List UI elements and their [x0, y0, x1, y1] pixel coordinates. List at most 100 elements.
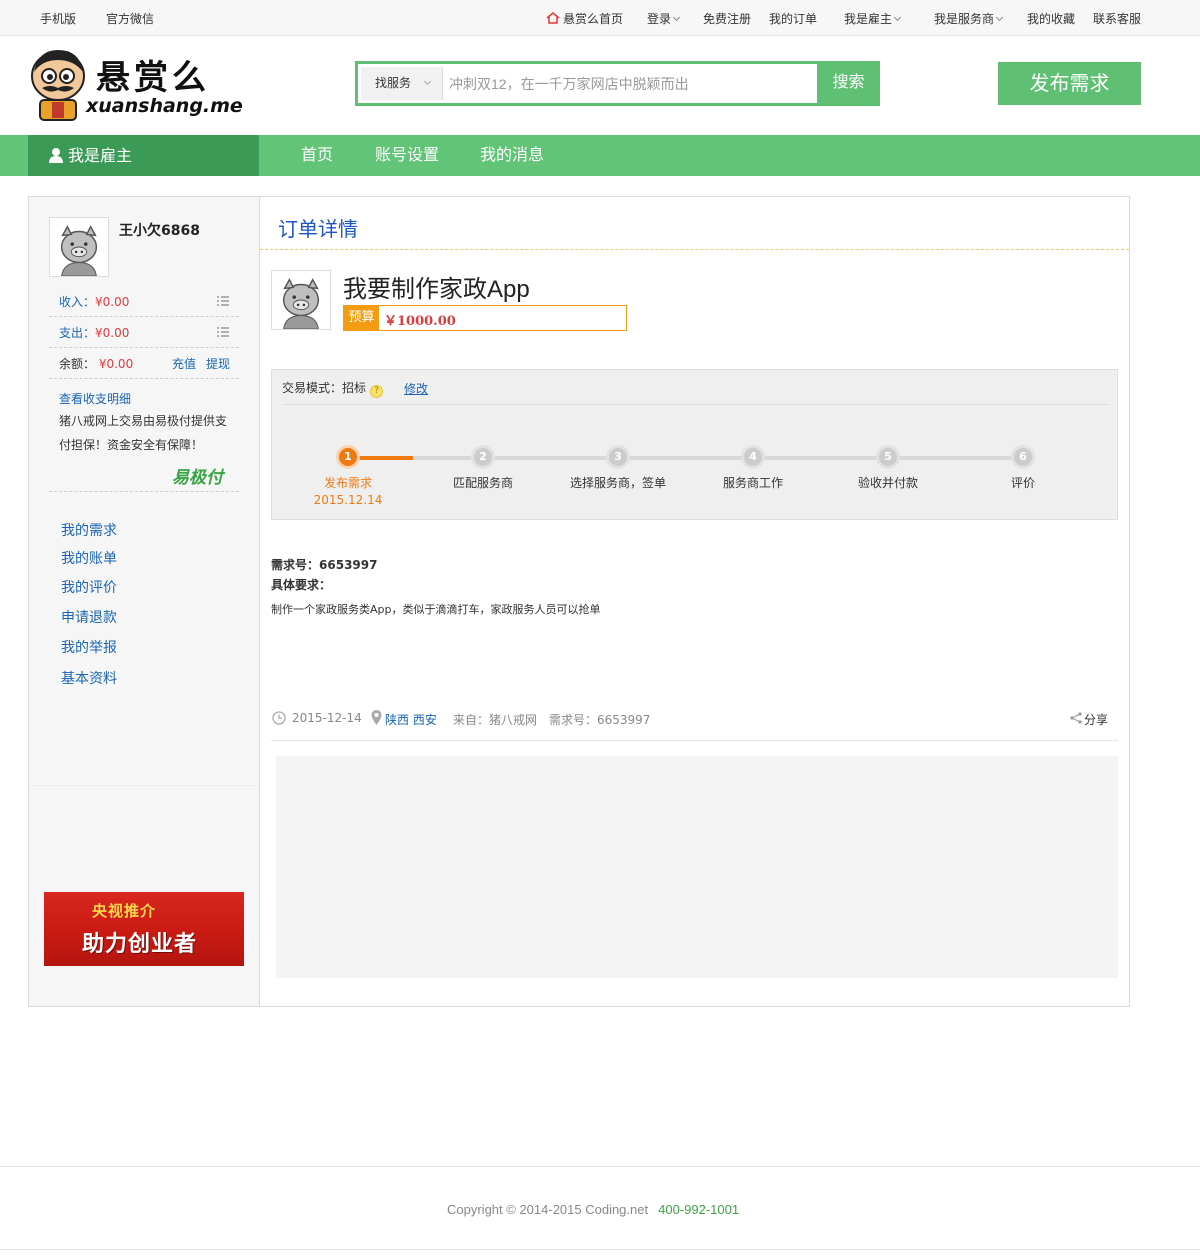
sidebar-item-profile[interactable]: 基本资料 [61, 668, 117, 688]
top-bar: 手机版 官方微信 悬赏么首页 登录 免费注册 我的订单 我是雇主 我是服务商 我… [0, 0, 1200, 36]
recharge-link[interactable]: 充值 [172, 355, 196, 372]
sidebar: 王小欠6868 收入：¥0.00 支出：¥0.00 余额： ¥0.00 充值 提… [29, 197, 260, 1006]
divider [282, 404, 1108, 405]
sidebar-item-my-bills[interactable]: 我的账单 [61, 548, 117, 568]
main-nav: 我是雇主 首页 账号设置 我的消息 [0, 135, 1200, 176]
chevron-down-icon [893, 13, 902, 22]
withdraw-link[interactable]: 提现 [206, 355, 230, 372]
support-link[interactable]: 联系客服 [1093, 10, 1141, 27]
clock-icon [272, 711, 286, 725]
chevron-down-icon [672, 13, 681, 22]
list-icon[interactable] [217, 327, 229, 337]
step-5-marker: 5 [876, 445, 900, 469]
register-link[interactable]: 免费注册 [703, 10, 751, 27]
publish-request-button[interactable]: 发布需求 [998, 62, 1141, 105]
request-title: 我要制作家政App [343, 276, 530, 303]
step-1-label: 发布需求 [323, 476, 372, 490]
step-1-date: 2015.12.14 [313, 493, 383, 507]
trade-mode-value: 招标 [342, 381, 367, 395]
request-meta: 2015-12-14 陕西 西安 来自：猪八戒网 需求号：6653997 分享 [271, 710, 1118, 741]
expense-value: ¥0.00 [95, 326, 130, 340]
payment-brand-logo: 易极付 [172, 468, 223, 488]
step-2-marker: 2 [471, 445, 495, 469]
budget-badge: 预算 ￥1000.00 [343, 305, 627, 331]
budget-value: ￥1000.00 [384, 314, 456, 329]
login-label: 登录 [647, 12, 672, 26]
chevron-down-icon [995, 13, 1004, 22]
home-link-label: 悬赏么首页 [563, 12, 624, 26]
share-link[interactable]: 分享 [1084, 711, 1108, 728]
avatar[interactable] [271, 270, 331, 330]
modify-link[interactable]: 修改 [404, 380, 428, 397]
employer-menu-label: 我是雇主 [844, 12, 893, 26]
nav-home[interactable]: 首页 [301, 135, 333, 176]
meta-request-number: 需求号：6653997 [549, 713, 651, 727]
user-icon [49, 148, 63, 163]
detail-label-text: 具体要求： [271, 578, 332, 592]
step-6-marker: 6 [1011, 445, 1035, 469]
step-4-label: 服务商工作 [722, 476, 783, 490]
step-5-label: 验收并付款 [857, 476, 918, 490]
page-title: 订单详情 [278, 217, 358, 241]
step-3-label: 选择服务商，签单 [569, 476, 666, 490]
balance-label: 余额： [59, 357, 96, 371]
step-6-label: 评价 [1010, 476, 1035, 490]
search-button[interactable]: 搜索 [817, 61, 880, 106]
role-label: 我是雇主 [28, 135, 259, 176]
banner-line-2: 助力创业者 [82, 932, 198, 957]
home-icon [546, 12, 560, 24]
sidebar-item-my-reviews[interactable]: 我的评价 [61, 577, 117, 597]
step-1-marker: 1 [336, 445, 360, 469]
step-2-label: 匹配服务商 [452, 476, 513, 490]
expense: 支出：¥0.00 [59, 324, 129, 341]
search-input[interactable] [447, 67, 813, 100]
payment-guarantee-note: 猪八戒网上交易由易极付提供支付担保！资金安全有保障！ [59, 414, 228, 452]
expense-label: 支出： [59, 326, 96, 340]
search-category-select[interactable]: 找服务 [361, 67, 443, 100]
sidebar-item-reports[interactable]: 我的举报 [61, 637, 117, 657]
mobile-link[interactable]: 手机版 [40, 10, 76, 27]
share-icon[interactable] [1070, 712, 1082, 724]
progress-track [347, 456, 1023, 460]
meta-location[interactable]: 陕西 西安 [385, 711, 437, 728]
sidebar-item-refund[interactable]: 申请退款 [61, 607, 117, 627]
progress-panel: 交易模式：招标? 修改 1 2 3 4 5 6 发布需求 2015.12.14 … [271, 369, 1118, 520]
balance-row: 余额： ¥0.00 充值 提现 [49, 348, 239, 379]
income-value: ¥0.00 [95, 295, 130, 309]
nav-account-settings[interactable]: 账号设置 [375, 135, 439, 176]
provider-menu-label: 我是服务商 [934, 12, 995, 26]
expense-row: 支出：¥0.00 [49, 317, 239, 348]
search-category-label: 找服务 [375, 76, 412, 90]
step-4-marker: 4 [741, 445, 765, 469]
login-link[interactable]: 登录 [647, 10, 681, 27]
location-pin-icon [371, 710, 382, 725]
wechat-link[interactable]: 官方微信 [106, 10, 154, 27]
avatar[interactable] [49, 217, 109, 277]
divider [260, 249, 1129, 250]
footer: Copyright © 2014-2015 Coding.net 400-992-… [0, 1166, 1200, 1250]
trade-mode-label: 交易模式： [282, 381, 343, 395]
home-link[interactable]: 悬赏么首页 [546, 10, 623, 27]
detail-label: 具体要求： [271, 576, 331, 593]
income-row: 收入：¥0.00 [49, 286, 239, 317]
list-icon[interactable] [217, 296, 229, 306]
footer-text: Copyright © 2014-2015 Coding.net 400-992-… [447, 1202, 739, 1217]
promo-banner[interactable]: 央视推介 助力创业者 [44, 892, 244, 966]
comments-area [276, 756, 1118, 978]
request-number-value: 6653997 [319, 558, 378, 572]
provider-menu[interactable]: 我是服务商 [934, 10, 1004, 27]
sidebar-item-my-requests[interactable]: 我的需求 [61, 520, 117, 540]
request-number-label: 需求号： [271, 558, 320, 572]
balance-value: ¥0.00 [98, 357, 134, 371]
help-icon[interactable]: ? [370, 385, 384, 398]
employer-menu[interactable]: 我是雇主 [844, 10, 902, 27]
divider [49, 491, 239, 492]
transaction-details-link[interactable]: 查看收支明细 [59, 390, 131, 407]
chevron-down-icon [423, 77, 432, 86]
income: 收入：¥0.00 [59, 293, 129, 310]
nav-messages[interactable]: 我的消息 [480, 135, 544, 176]
favorites-link[interactable]: 我的收藏 [1027, 10, 1075, 27]
username: 王小欠6868 [119, 223, 200, 239]
my-orders-link[interactable]: 我的订单 [769, 10, 817, 27]
request-number: 需求号：6653997 [271, 556, 377, 573]
